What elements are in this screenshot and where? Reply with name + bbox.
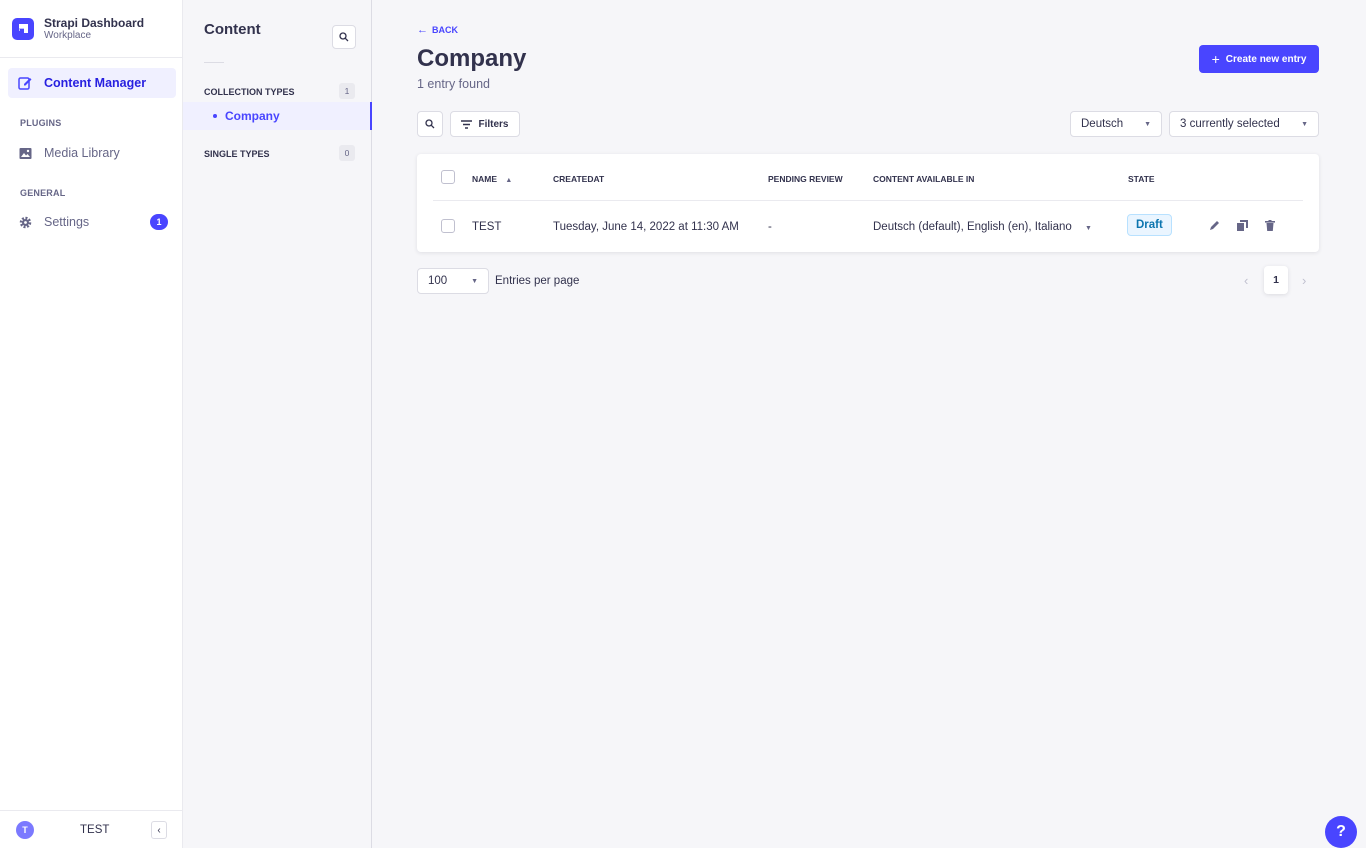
section-label-collection-types[interactable]: COLLECTION TYPES [204, 87, 295, 97]
collection-types-count: 1 [339, 83, 355, 99]
cell-pending-review: - [768, 221, 772, 233]
delete-button[interactable] [1263, 218, 1277, 232]
duplicate-icon [1236, 219, 1248, 231]
column-header-createdat[interactable]: CREATEDAT [553, 174, 604, 184]
divider [204, 62, 224, 63]
nav-item-media-library[interactable]: Media Library [8, 138, 176, 168]
columns-value: 3 currently selected [1180, 118, 1280, 130]
help-button[interactable]: ? [1325, 816, 1357, 848]
search-button[interactable] [417, 111, 443, 137]
nav-item-content-manager[interactable]: Content Manager [8, 68, 176, 98]
column-header-pending-review[interactable]: PENDING REVIEW [768, 174, 843, 184]
entry-count: 1 entry found [417, 77, 490, 91]
pencil-icon [18, 76, 32, 90]
caret-down-icon: ▼ [1144, 120, 1151, 128]
per-page-value: 100 [428, 275, 448, 287]
create-button-label: Create new entry [1225, 53, 1307, 65]
plus-icon: + [1211, 51, 1220, 67]
cell-createdat: Tuesday, June 14, 2022 at 11:30 AM [553, 221, 739, 233]
page-button-1[interactable]: 1 [1264, 266, 1288, 294]
per-page-label: Entries per page [495, 275, 580, 287]
locales-list: Deutsch (default), English (en), Italian… [873, 221, 1072, 233]
cell-content-available-in[interactable]: Deutsch (default), English (en), Italian… [873, 221, 1092, 233]
gear-icon [18, 215, 32, 229]
nav-item-settings[interactable]: Settings 1 [8, 207, 176, 237]
image-icon [18, 146, 32, 160]
table-header: NAME ▲ CREATEDAT PENDING REVIEW CONTENT … [417, 154, 1319, 200]
nav-item-label: Media Library [44, 146, 120, 160]
single-types-count: 0 [339, 145, 355, 161]
cell-name: TEST [472, 221, 502, 233]
columns-select[interactable]: 3 currently selected ▼ [1169, 111, 1319, 137]
row-checkbox[interactable] [441, 219, 455, 233]
subnav-item-label: Company [225, 109, 280, 123]
chevron-left-icon: ‹ [1244, 273, 1249, 288]
pencil-icon [1209, 220, 1219, 230]
page-title: Company [417, 45, 527, 72]
brand[interactable]: Strapi Dashboard Workplace [0, 0, 182, 58]
strapi-logo-icon [12, 18, 34, 40]
column-header-state: STATE [1128, 174, 1155, 184]
search-icon [339, 32, 349, 42]
create-new-entry-button[interactable]: + Create new entry [1199, 45, 1319, 73]
brand-title: Strapi Dashboard [44, 16, 145, 30]
previous-page-button[interactable]: ‹ [1244, 273, 1248, 288]
content-subnav: Content COLLECTION TYPES 1 Company SINGL… [183, 0, 372, 848]
filters-label: Filters [478, 118, 509, 130]
profile-name: TEST [80, 823, 110, 836]
section-label-plugins: PLUGINS [20, 118, 62, 128]
sort-ascending-icon: ▲ [505, 177, 513, 184]
filters-button[interactable]: Filters [450, 111, 520, 137]
brand-subtitle: Workplace [44, 30, 92, 41]
subnav-search-button[interactable] [332, 25, 356, 49]
back-label: BACK [432, 25, 458, 35]
bullet-icon [213, 114, 217, 118]
search-icon [425, 119, 435, 129]
main-navigation: Strapi Dashboard Workplace Content Manag… [0, 0, 183, 848]
nav-item-label: Content Manager [44, 76, 147, 90]
main-content: ← BACK Company 1 entry found + Create ne… [372, 0, 1366, 848]
user-profile[interactable]: T TEST ‹ [0, 810, 183, 848]
chevron-right-icon: › [1302, 273, 1307, 288]
notification-badge: 1 [150, 214, 168, 230]
section-label-single-types[interactable]: SINGLE TYPES [204, 149, 270, 159]
arrow-left-icon: ← [417, 24, 428, 36]
subnav-item-company[interactable]: Company [183, 102, 372, 130]
caret-down-icon: ▼ [1085, 225, 1092, 232]
back-link[interactable]: ← BACK [417, 24, 458, 36]
locale-select[interactable]: Deutsch ▼ [1070, 111, 1162, 137]
subnav-title: Content [204, 21, 261, 38]
status-badge: Draft [1127, 214, 1172, 236]
duplicate-button[interactable] [1235, 218, 1249, 232]
chevron-left-icon: ‹ [157, 824, 161, 836]
locale-value: Deutsch [1081, 118, 1124, 130]
divider [433, 200, 1303, 201]
caret-down-icon: ▼ [1301, 120, 1308, 128]
avatar: T [16, 820, 34, 839]
entries-per-page-select[interactable]: 100 ▼ [417, 268, 489, 294]
next-page-button[interactable]: › [1302, 273, 1306, 288]
column-header-content-available-in: CONTENT AVAILABLE IN [873, 174, 975, 184]
column-header-name[interactable]: NAME ▲ [472, 174, 512, 184]
nav-item-label: Settings [44, 215, 90, 229]
edit-button[interactable] [1207, 218, 1221, 232]
section-label-general: GENERAL [20, 188, 66, 198]
trash-icon [1265, 219, 1275, 231]
caret-down-icon: ▼ [471, 277, 478, 285]
entries-table: NAME ▲ CREATEDAT PENDING REVIEW CONTENT … [417, 154, 1319, 252]
header-label: NAME [472, 174, 498, 184]
select-all-checkbox[interactable] [441, 170, 455, 184]
collapse-nav-button[interactable]: ‹ [151, 821, 167, 839]
filter-icon [461, 119, 473, 129]
